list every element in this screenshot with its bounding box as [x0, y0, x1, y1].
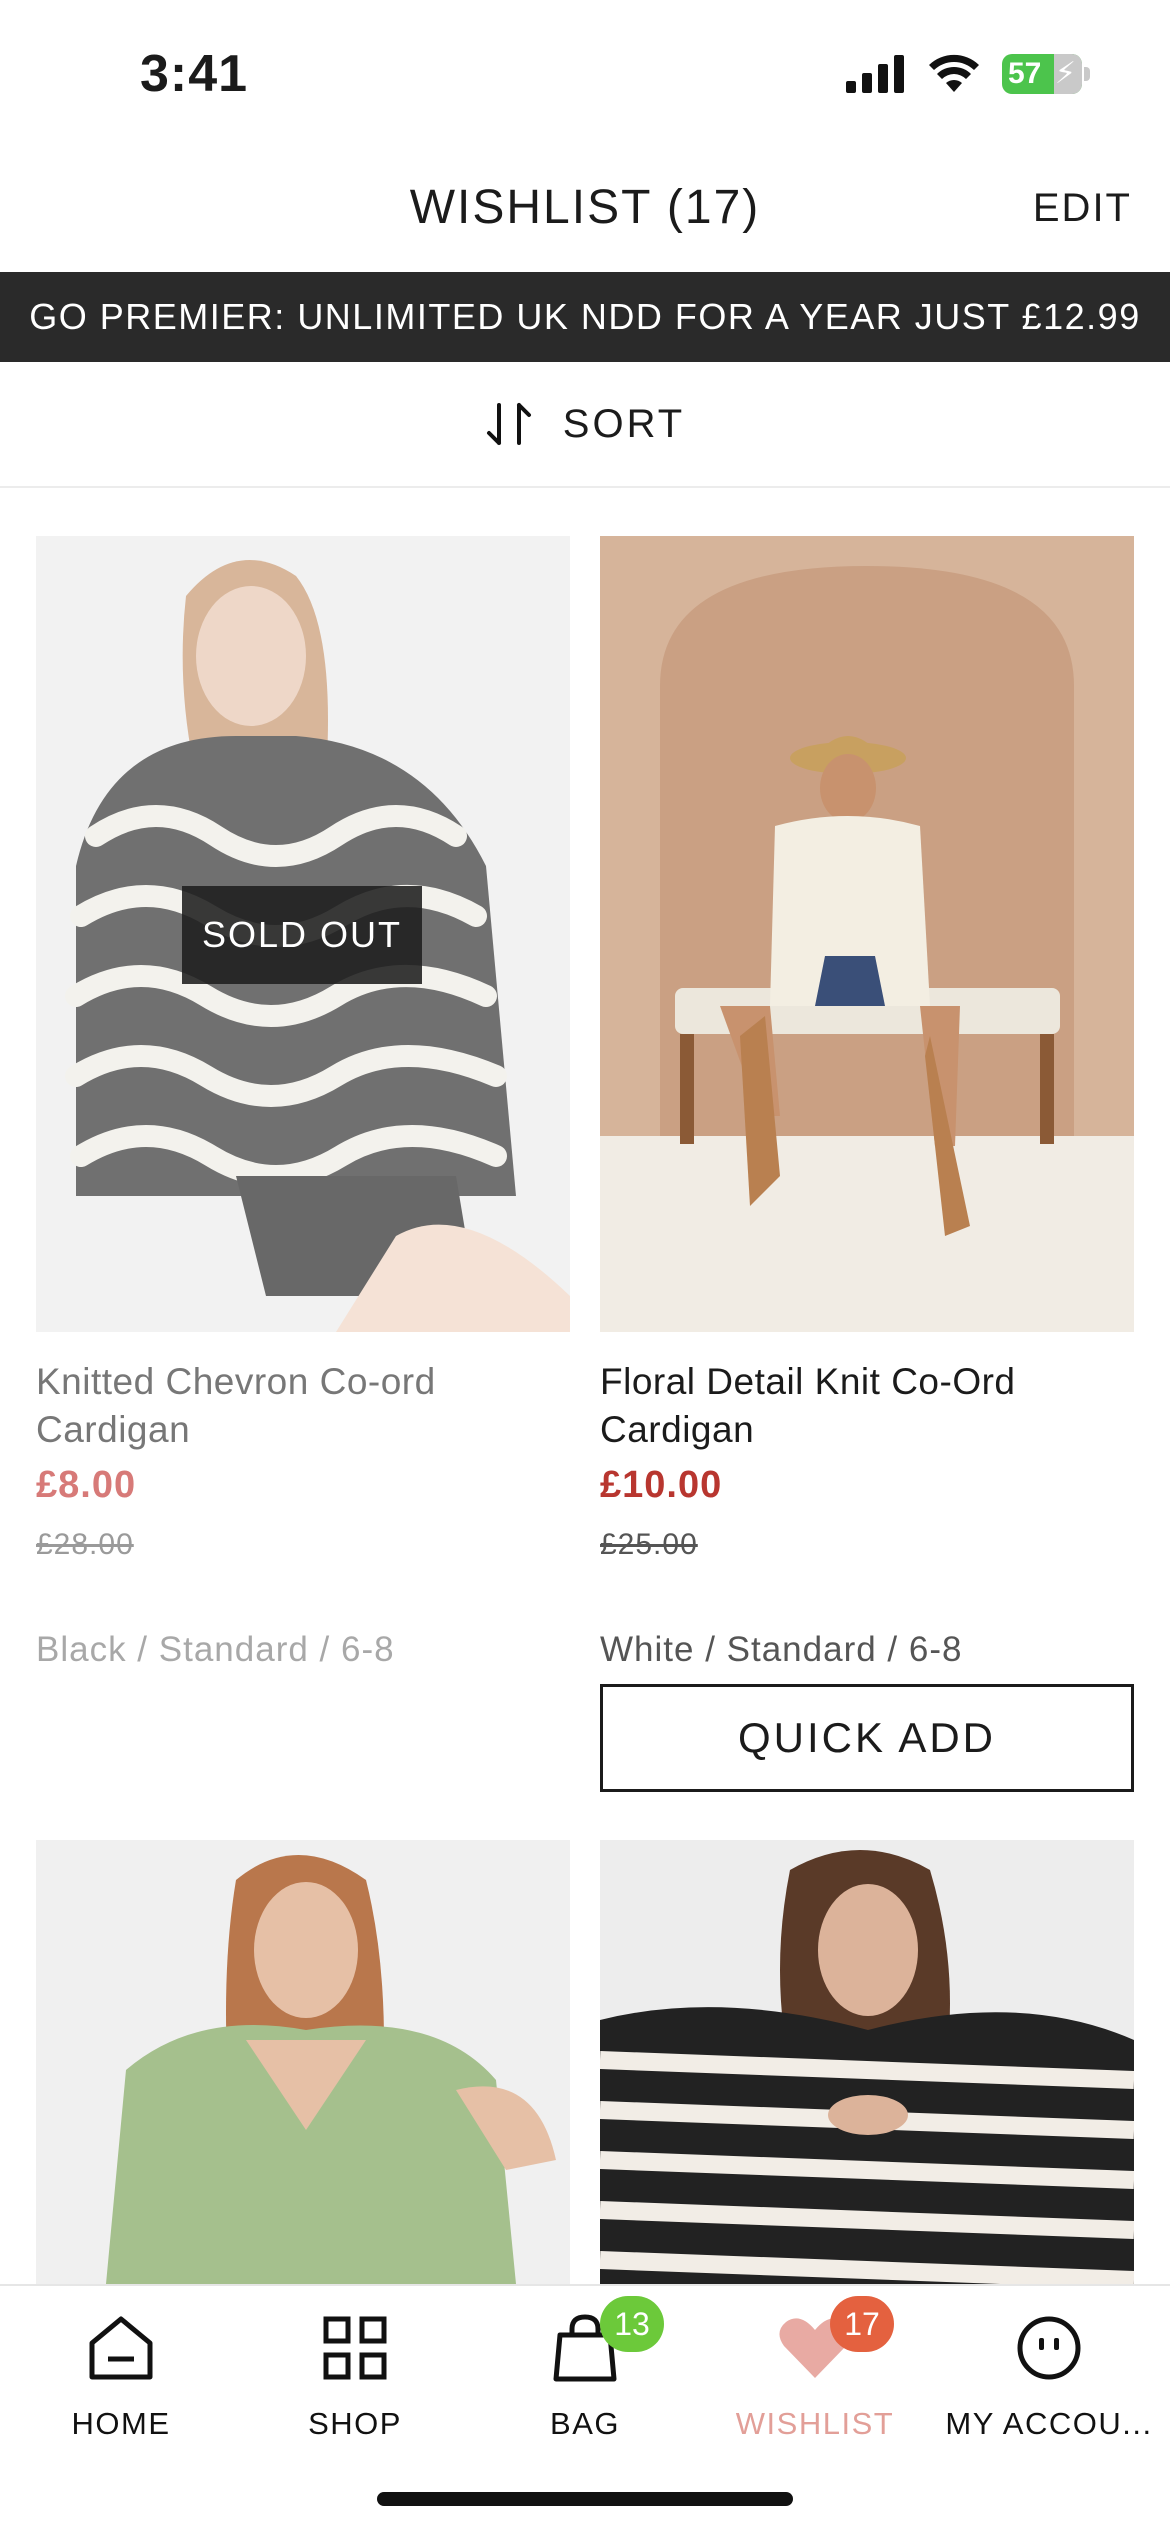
grid-icon [323, 2316, 387, 2380]
battery-level: 57 [1008, 57, 1042, 90]
sort-label: SORT [562, 401, 686, 446]
tab-my-account[interactable]: MY ACCOU... [932, 2286, 1166, 2466]
quick-add-button[interactable]: QUICK ADD [600, 1684, 1134, 1792]
sold-out-badge: SOLD OUT [182, 886, 422, 984]
product-card[interactable] [600, 1840, 1134, 2284]
product-image[interactable]: SOLD OUT [36, 536, 570, 1332]
page-header: WISHLIST (17) EDIT [0, 160, 1170, 270]
tab-label: HOME [71, 2406, 171, 2441]
status-bar: 3:41 57 ⚡ [0, 0, 1170, 150]
product-price: £8.00 [36, 1464, 137, 1506]
tab-label: MY ACCOU... [945, 2406, 1153, 2441]
product-card[interactable]: Floral Detail Knit Co-Ord Cardigan £10.0… [600, 536, 1134, 1792]
product-image[interactable] [600, 536, 1134, 1332]
product-name[interactable]: Knitted Chevron Co-ord Cardigan [36, 1358, 570, 1454]
sort-icon [486, 403, 531, 445]
page-title: WISHLIST (17) [409, 181, 761, 234]
tab-bag[interactable]: 13 BAG [468, 2286, 702, 2466]
status-time: 3:41 [140, 45, 249, 103]
product-variant: White / Standard / 6-8 [600, 1630, 963, 1669]
tab-home[interactable]: HOME [4, 2286, 238, 2466]
sort-button[interactable]: SORT [0, 362, 1170, 488]
product-image[interactable] [36, 1840, 570, 2284]
cellular-signal-icon [846, 55, 904, 93]
product-card[interactable]: SOLD OUT Knitted Chevron Co-ord Cardigan… [36, 536, 570, 1669]
bag-count-badge: 13 [600, 2296, 664, 2352]
battery-icon: 57 ⚡ [1002, 54, 1082, 94]
product-image[interactable] [600, 1840, 1134, 2284]
status-icons: 57 ⚡ [846, 54, 1090, 94]
wifi-icon [929, 54, 979, 92]
wishlist-count-badge: 17 [830, 2296, 894, 2352]
tab-wishlist[interactable]: 17 WISHLIST [698, 2286, 932, 2466]
home-indicator[interactable] [377, 2492, 793, 2506]
edit-button[interactable]: EDIT [1033, 186, 1132, 231]
tab-label: WISHLIST [735, 2406, 895, 2441]
promo-banner[interactable]: GO PREMIER: UNLIMITED UK NDD FOR A YEAR … [0, 272, 1170, 362]
product-price: £10.00 [600, 1464, 723, 1506]
promo-banner-text: GO PREMIER: UNLIMITED UK NDD FOR A YEAR … [29, 296, 1141, 337]
home-icon [89, 2316, 153, 2380]
tab-bar: HOME SHOP 13 BAG 17 WISHLIST MY ACCOU... [0, 2284, 1170, 2532]
tab-shop[interactable]: SHOP [238, 2286, 472, 2466]
product-original-price: £25.00 [600, 1528, 698, 1561]
tab-label: SHOP [308, 2406, 402, 2441]
account-icon [1017, 2316, 1081, 2380]
product-name[interactable]: Floral Detail Knit Co-Ord Cardigan [600, 1358, 1134, 1454]
product-original-price: £28.00 [36, 1528, 134, 1561]
tab-label: BAG [550, 2406, 620, 2441]
product-card[interactable] [36, 1840, 570, 2284]
product-variant: Black / Standard / 6-8 [36, 1630, 395, 1669]
